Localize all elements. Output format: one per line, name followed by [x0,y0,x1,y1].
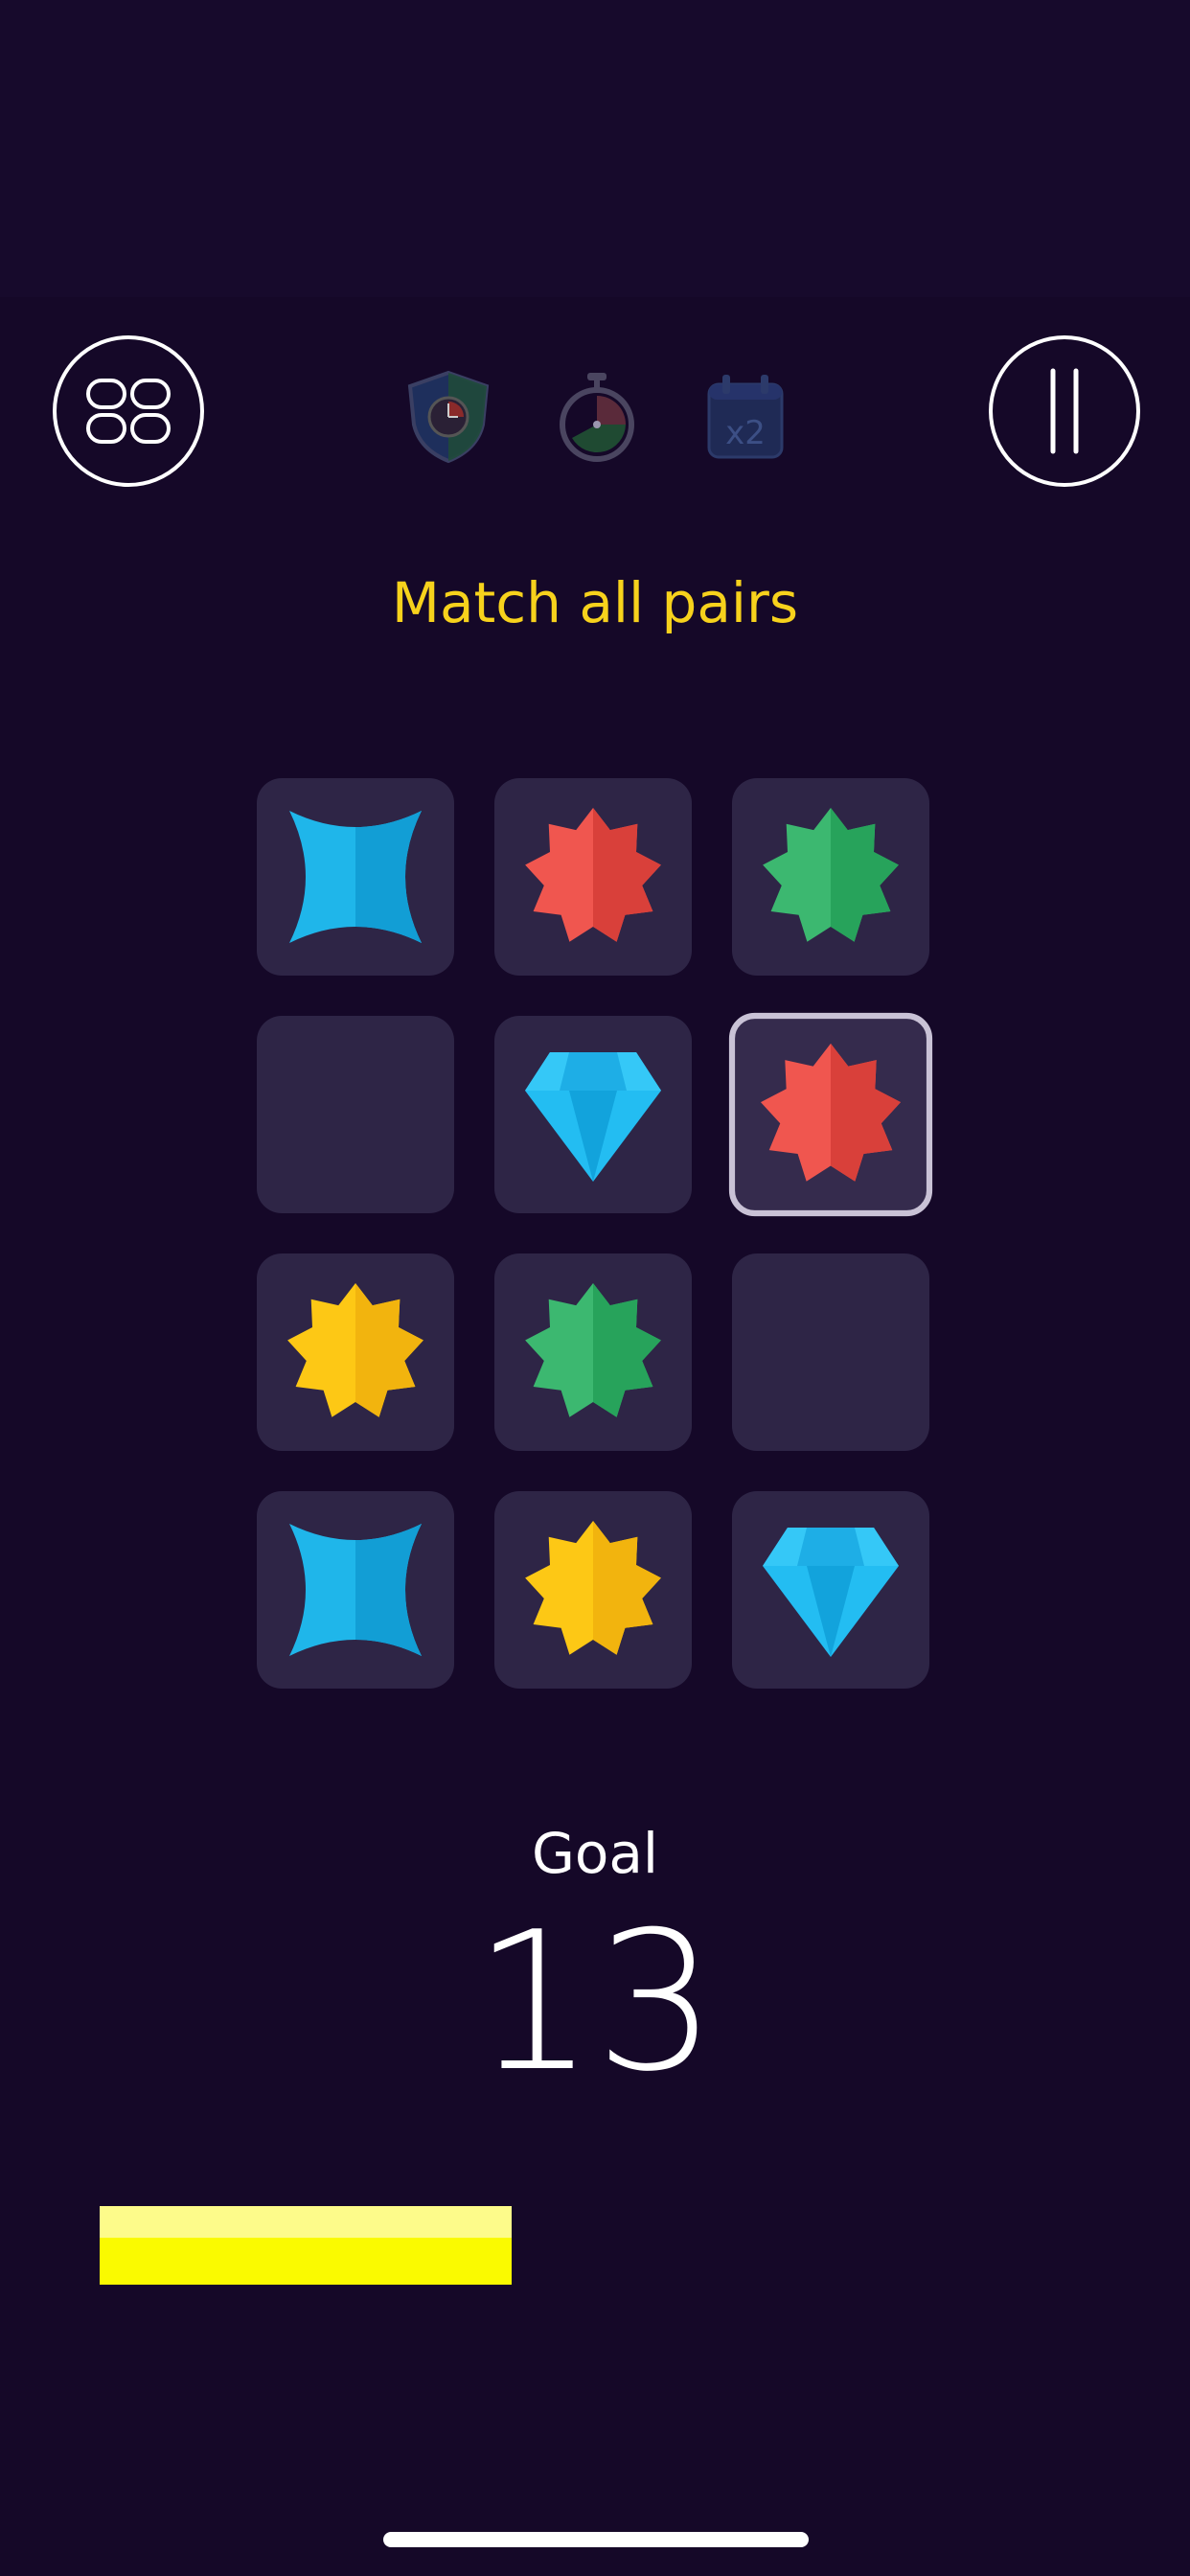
tile-green-burst[interactable] [732,778,929,976]
powerup-bar: x2 [400,359,793,474]
tile-red-burst[interactable] [728,1012,933,1217]
instruction-text: Match all pairs [391,570,799,635]
tile-blue-star[interactable] [257,1491,454,1689]
tile-red-burst[interactable] [494,778,692,976]
empty-tile[interactable] [257,1016,454,1213]
blue-star-icon [289,1524,422,1656]
green-burst-icon [763,808,899,942]
tile-blue-star[interactable] [257,778,454,976]
red-burst-icon [525,808,661,942]
goal-value: 13 [472,1891,718,2114]
double-points-powerup[interactable]: x2 [698,364,793,470]
tile-green-burst[interactable] [494,1254,692,1451]
stopwatch-powerup[interactable] [549,364,645,470]
powerup-x2-label: x2 [725,414,766,452]
tile-yellow-burst[interactable] [494,1491,692,1689]
progress-fill [100,2206,512,2285]
tile-blue-diamond[interactable] [732,1491,929,1689]
calendar-x2-icon: x2 [707,375,784,459]
goal-label: Goal [531,1821,659,1886]
pause-icon [1050,368,1079,454]
menu-button[interactable] [53,335,204,487]
green-burst-icon [525,1283,661,1417]
yellow-burst-icon [287,1283,423,1417]
home-indicator[interactable] [383,2532,809,2547]
shield-clock-icon [407,370,490,464]
blue-star-icon [289,811,422,943]
tile-blue-diamond[interactable] [494,1016,692,1213]
pause-button[interactable] [989,335,1140,487]
stopwatch-icon [560,373,634,462]
progress-bar [100,2206,512,2285]
top-bar [0,0,1190,297]
red-burst-icon [760,1043,902,1182]
tile-yellow-burst[interactable] [257,1254,454,1451]
shield-powerup[interactable] [400,364,496,470]
game-board [257,778,933,1689]
yellow-burst-icon [525,1521,661,1655]
empty-tile[interactable] [732,1254,929,1451]
grid-four-icon [86,379,171,444]
blue-diamond-icon [763,1528,899,1657]
blue-diamond-icon [525,1052,661,1182]
